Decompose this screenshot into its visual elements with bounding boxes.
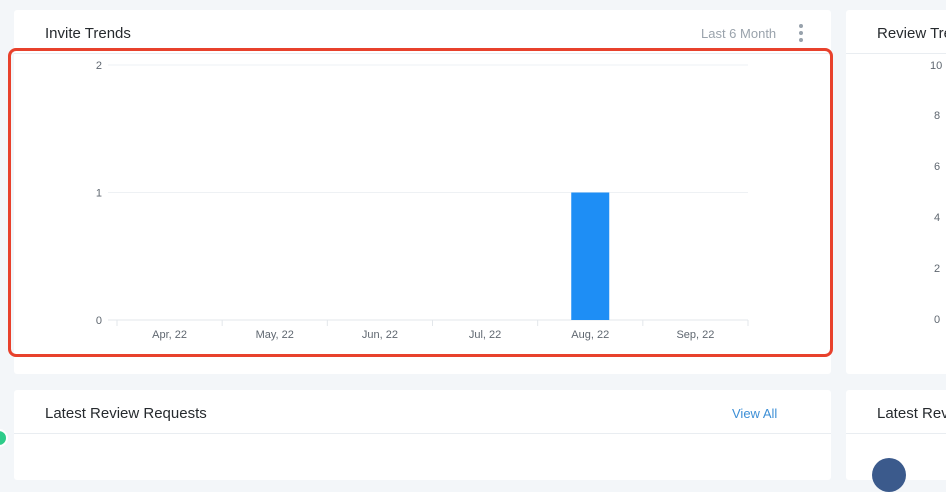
view-all-link[interactable]: View All (732, 406, 777, 421)
latest-reviews-card: Latest Rev (846, 390, 946, 492)
avatar (872, 458, 906, 492)
card-header-divider (846, 433, 946, 434)
card-header-divider (14, 433, 831, 434)
review-trends-card: Review Tre 10 8 6 4 2 0 (846, 10, 946, 374)
y-tick-label: 8 (934, 110, 941, 122)
latest-review-requests-title: Latest Review Requests (45, 405, 207, 422)
y-tick-label: 0 (934, 314, 941, 326)
y-tick-label: 10 (930, 60, 943, 72)
y-tick-label: 6 (934, 161, 941, 173)
latest-reviews-title: Latest Rev (877, 405, 946, 422)
card-header-divider (846, 53, 946, 54)
latest-review-requests-card: Latest Review Requests View All (14, 390, 831, 480)
y-tick-label: 2 (934, 263, 941, 275)
review-trends-title: Review Tre (877, 25, 946, 42)
y-tick-label: 4 (934, 212, 941, 224)
chart-highlight-box (8, 48, 833, 357)
